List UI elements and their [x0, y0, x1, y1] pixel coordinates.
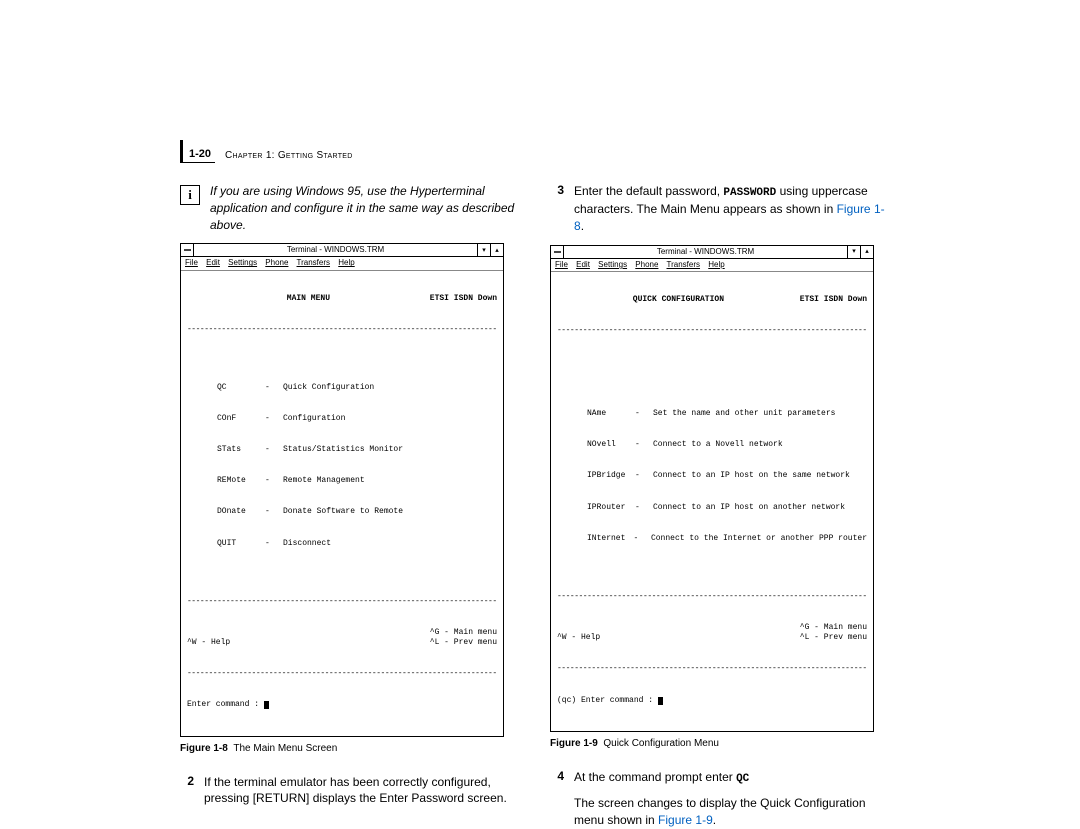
window-title: Terminal - WINDOWS.TRM: [194, 245, 477, 255]
page-header: 1-20 Chapter 1: Getting Started: [180, 140, 900, 163]
divider: ----------------------------------------…: [187, 669, 497, 679]
command-prompt[interactable]: Enter command :: [187, 700, 497, 710]
figure-caption: Figure 1-9 Quick Configuration Menu: [550, 738, 890, 749]
minimize-button[interactable]: ▾: [477, 244, 490, 256]
maximize-button[interactable]: ▴: [490, 244, 503, 256]
chapter-title: Chapter 1: Getting Started: [225, 150, 353, 163]
help-hint: ^W - Help: [557, 633, 600, 643]
menu-edit[interactable]: Edit: [206, 258, 220, 267]
figure-link[interactable]: Figure 1-9: [658, 813, 713, 827]
window-titlebar: Terminal - WINDOWS.TRM ▾ ▴: [551, 246, 873, 259]
menu-file[interactable]: File: [555, 260, 568, 269]
menu-bar[interactable]: File Edit Settings Phone Transfers Help: [181, 257, 503, 270]
divider: ----------------------------------------…: [187, 597, 497, 607]
divider: ----------------------------------------…: [187, 325, 497, 335]
terminal-heading: QUICK CONFIGURATION: [633, 295, 724, 305]
terminal-heading: MAIN MENU: [287, 294, 330, 304]
divider: ----------------------------------------…: [557, 326, 867, 336]
step-text: At the command prompt enter QC The scree…: [574, 769, 890, 829]
menu-settings[interactable]: Settings: [228, 258, 257, 267]
terminal-body: QC-Quick Configuration COnF-Configuratio…: [187, 356, 497, 576]
window-titlebar: Terminal - WINDOWS.TRM ▾ ▴: [181, 244, 503, 257]
terminal-body: NAme-Set the name and other unit paramet…: [557, 358, 867, 571]
menu-file[interactable]: File: [185, 258, 198, 267]
figure-caption: Figure 1-8 The Main Menu Screen: [180, 743, 520, 754]
minimize-button[interactable]: ▾: [847, 246, 860, 258]
system-menu-icon[interactable]: [551, 246, 564, 258]
step-number: 3: [550, 183, 564, 235]
menu-edit[interactable]: Edit: [576, 260, 590, 269]
maximize-button[interactable]: ▴: [860, 246, 873, 258]
terminal-status: ETSI ISDN Down: [430, 294, 497, 304]
info-note: If you are using Windows 95, use the Hyp…: [210, 183, 520, 233]
terminal-status: ETSI ISDN Down: [800, 295, 867, 305]
divider: ----------------------------------------…: [557, 664, 867, 674]
info-icon: i: [180, 185, 200, 205]
menu-phone[interactable]: Phone: [635, 260, 658, 269]
menu-bar[interactable]: File Edit Settings Phone Transfers Help: [551, 259, 873, 272]
terminal-main-menu: Terminal - WINDOWS.TRM ▾ ▴ File Edit Set…: [180, 243, 504, 736]
menu-transfers[interactable]: Transfers: [297, 258, 331, 267]
menu-help[interactable]: Help: [708, 260, 724, 269]
step-number: 4: [550, 769, 564, 829]
step-number: 2: [180, 774, 194, 808]
window-title: Terminal - WINDOWS.TRM: [564, 247, 847, 257]
divider: ----------------------------------------…: [557, 592, 867, 602]
menu-help[interactable]: Help: [338, 258, 354, 267]
menu-transfers[interactable]: Transfers: [667, 260, 701, 269]
terminal-quick-config: Terminal - WINDOWS.TRM ▾ ▴ File Edit Set…: [550, 245, 874, 732]
system-menu-icon[interactable]: [181, 244, 194, 256]
step-text: Enter the default password, PASSWORD usi…: [574, 183, 890, 235]
command-prompt[interactable]: (qc) Enter command :: [557, 696, 867, 706]
menu-phone[interactable]: Phone: [265, 258, 288, 267]
help-hint: ^W - Help: [187, 638, 230, 648]
step-text: If the terminal emulator has been correc…: [204, 774, 520, 808]
page-number: 1-20: [180, 140, 215, 163]
menu-settings[interactable]: Settings: [598, 260, 627, 269]
